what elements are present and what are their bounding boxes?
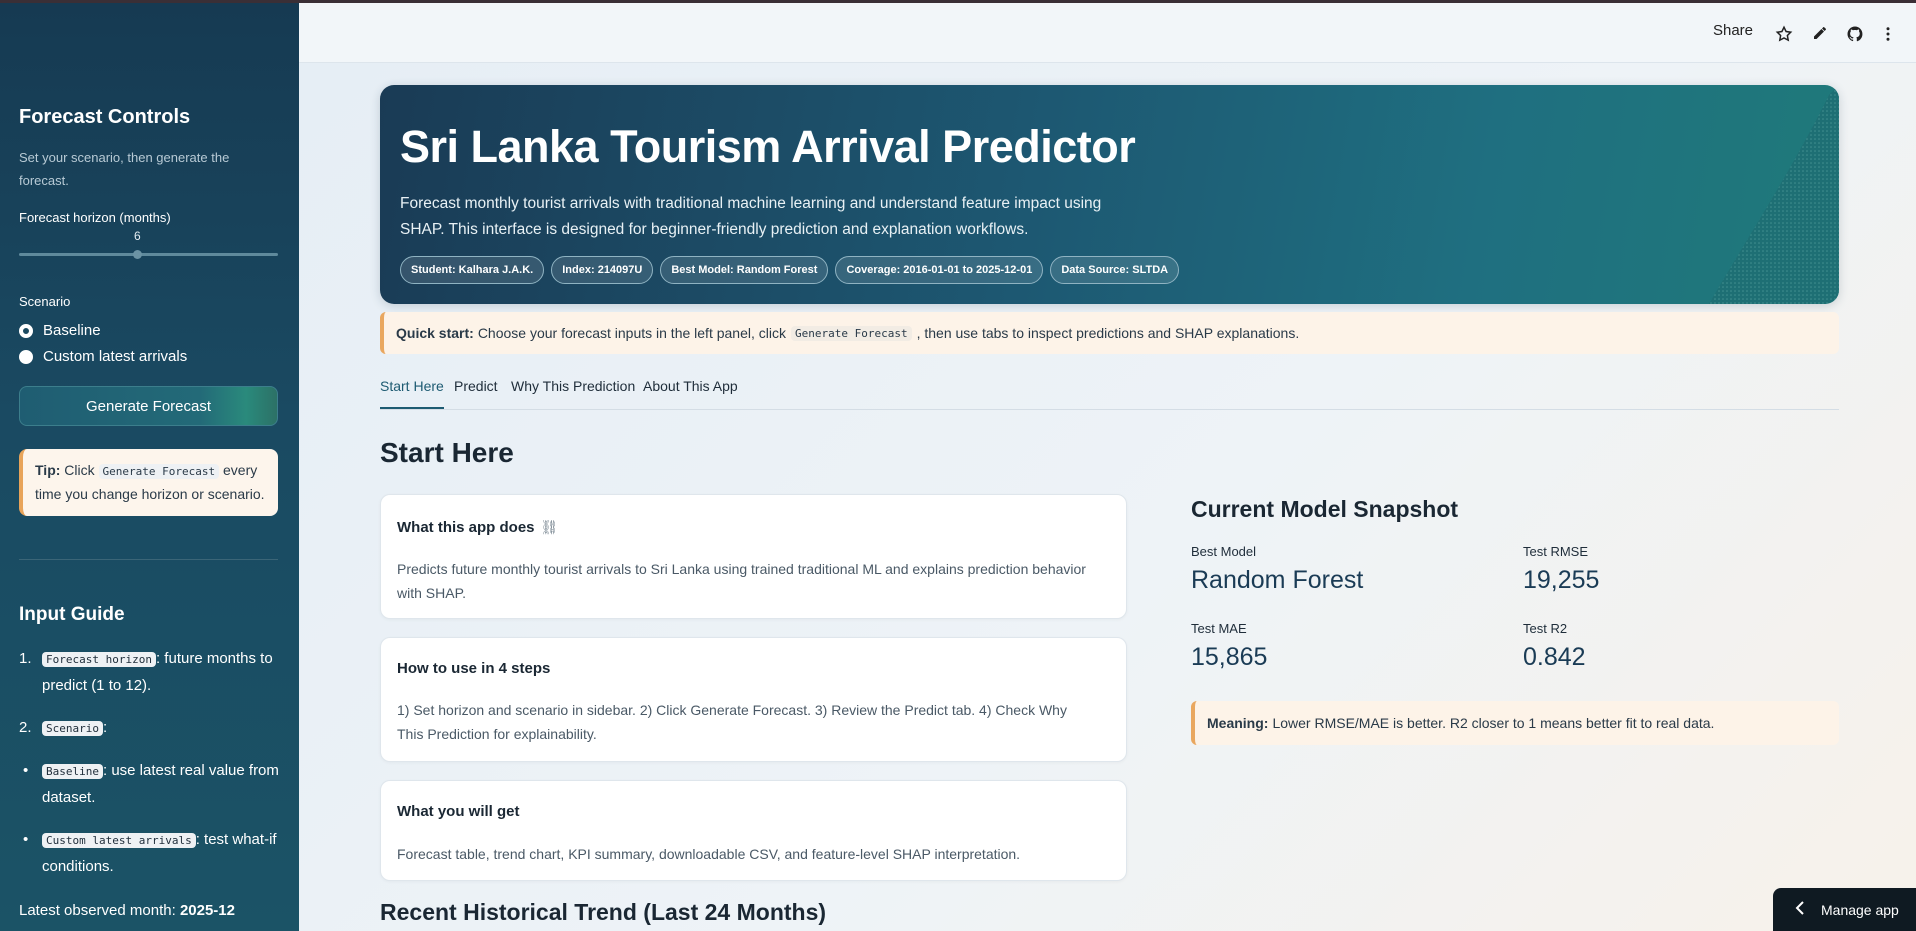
app-header: Share [299, 3, 1916, 63]
latest-label: Latest observed month: [19, 902, 176, 919]
quick-start-label: Quick start: [396, 325, 474, 341]
horizon-slider-thumb[interactable] [133, 250, 142, 259]
horizon-value: 6 [134, 229, 141, 243]
link-icon[interactable]: ⛓ [541, 519, 559, 536]
share-button[interactable]: Share [1713, 22, 1753, 39]
guide-marker: • [23, 762, 29, 779]
quick-start-pre: Choose your forecast inputs in the left … [477, 325, 786, 341]
card-body: Forecast table, trend chart, KPI summary… [397, 846, 1021, 862]
sidebar-title: Forecast Controls [19, 106, 191, 128]
tab-about-this-app[interactable]: About This App [643, 378, 738, 409]
guide-item: • Custom latest arrivals: test what-if c… [19, 827, 281, 880]
scenario-option-label: Custom latest arrivals [43, 348, 188, 365]
guide-text: : [102, 719, 108, 736]
manage-app-button[interactable]: Manage app [1773, 888, 1916, 931]
guide-code: Scenario [42, 721, 103, 736]
chip-coverage: Coverage: 2016-01-01 to 2025-12-01 [835, 256, 1044, 284]
tab-why-this-prediction[interactable]: Why This Prediction [511, 378, 635, 409]
tab-start-here[interactable]: Start Here [380, 378, 444, 409]
guide-marker: • [23, 831, 29, 848]
metric-label-test-r2: Test R2 [1523, 621, 1568, 636]
tip-code: Generate Forecast [98, 464, 220, 479]
guide-code: Forecast horizon [42, 652, 156, 667]
metric-label-test-mae: Test MAE [1191, 621, 1247, 636]
latest-value: 2025-12 [179, 902, 235, 919]
section-title: Start Here [380, 437, 514, 468]
info-chips: Student: Kalhara J.A.K. Index: 214097U B… [400, 256, 1180, 284]
tip-pre: Click [64, 462, 95, 478]
quick-start-code: Generate Forecast [790, 325, 912, 341]
metric-label-test-rmse: Test RMSE [1523, 544, 1589, 559]
manage-app-label: Manage app [1821, 901, 1899, 918]
tip-prefix: Tip: [35, 462, 61, 478]
chip-index: Index: 214097U [551, 256, 654, 284]
horizon-slider-track[interactable] [19, 253, 278, 256]
horizon-label: Forecast horizon (months) [19, 210, 171, 225]
meaning-text: Lower RMSE/MAE is better. R2 closer to 1… [1272, 715, 1715, 731]
app-title: Sri Lanka Tourism Arrival Predictor [400, 121, 1136, 172]
guide-marker: 1. [19, 650, 32, 667]
tip-callout: Tip: Click Generate Forecast every time … [19, 449, 278, 516]
star-icon[interactable] [1775, 25, 1793, 43]
sidebar: Forecast Controls Set your scenario, the… [0, 0, 299, 931]
metric-value-test-r2: 0.842 [1523, 643, 1586, 671]
chip-data-source: Data Source: SLTDA [1050, 256, 1180, 284]
guide-code: Baseline [42, 764, 103, 779]
card-title: What this app does ⛓ [397, 519, 558, 536]
chip-best-model: Best Model: Random Forest [660, 256, 829, 284]
window-top-line [0, 0, 1916, 3]
card-what-you-get: What you will get Forecast table, trend … [380, 780, 1127, 881]
scenario-option-label: Baseline [43, 322, 101, 339]
sidebar-divider [19, 559, 278, 560]
quick-start-callout: Quick start: Choose your forecast inputs… [380, 312, 1839, 354]
card-body: 1) Set horizon and scenario in sidebar. … [397, 702, 1067, 742]
edit-pencil-icon[interactable] [1811, 25, 1829, 43]
card-body: Predicts future monthly tourist arrivals… [397, 561, 1086, 601]
app-description: Forecast monthly tourist arrivals with t… [400, 195, 1102, 238]
metric-label-best-model: Best Model [1191, 544, 1257, 559]
radio-unchecked-icon[interactable] [19, 349, 33, 364]
hero-banner: Sri Lanka Tourism Arrival Predictor Fore… [380, 85, 1839, 304]
chip-student: Student: Kalhara J.A.K. [400, 256, 545, 284]
metric-value-best-model: Random Forest [1191, 566, 1364, 594]
historical-trend-title: Recent Historical Trend (Last 24 Months) [380, 899, 827, 925]
scenario-label: Scenario [19, 294, 71, 309]
card-how-to-use: How to use in 4 steps 1) Set horizon and… [380, 637, 1127, 762]
card-title: What you will get [397, 803, 520, 820]
generate-forecast-button[interactable]: Generate Forecast [19, 386, 278, 426]
card-title-text: What this app does [397, 519, 535, 536]
hero-decoration [1709, 85, 1839, 304]
meaning-label: Meaning: [1207, 715, 1269, 731]
latest-observed-month: Latest observed month: 2025-12 [19, 902, 235, 919]
guide-item: 1. Forecast horizon: future months to pr… [19, 646, 281, 699]
card-title: How to use in 4 steps [397, 660, 551, 677]
quick-start-post: , then use tabs to inspect predictions a… [916, 325, 1300, 341]
metric-value-test-mae: 15,865 [1191, 643, 1268, 671]
radio-checked-icon[interactable] [19, 323, 33, 338]
tab-bar: Start Here Predict Why This Prediction A… [380, 378, 1839, 410]
metric-value-test-rmse: 19,255 [1523, 566, 1600, 594]
meaning-callout: Meaning: Lower RMSE/MAE is better. R2 cl… [1191, 701, 1839, 745]
github-icon[interactable] [1846, 25, 1864, 43]
scenario-option-baseline[interactable]: Baseline [19, 322, 101, 339]
more-vertical-icon[interactable] [1879, 25, 1897, 43]
guide-marker: 2. [19, 719, 32, 736]
scenario-option-custom[interactable]: Custom latest arrivals [19, 348, 187, 365]
guide-item: • Baseline: use latest real value from d… [19, 758, 281, 811]
snapshot-title: Current Model Snapshot [1191, 496, 1459, 522]
guide-item: 2. Scenario: [19, 715, 281, 742]
tab-predict[interactable]: Predict [454, 378, 498, 409]
card-what-app-does: What this app does ⛓ Predicts future mont… [380, 494, 1127, 619]
input-guide-list: 1. Forecast horizon: future months to pr… [19, 646, 281, 896]
chevron-left-icon [1795, 901, 1805, 918]
input-guide-title: Input Guide [19, 604, 125, 625]
guide-code: Custom latest arrivals [42, 833, 196, 848]
sidebar-subtitle: Set your scenario, then generate the for… [19, 150, 230, 188]
